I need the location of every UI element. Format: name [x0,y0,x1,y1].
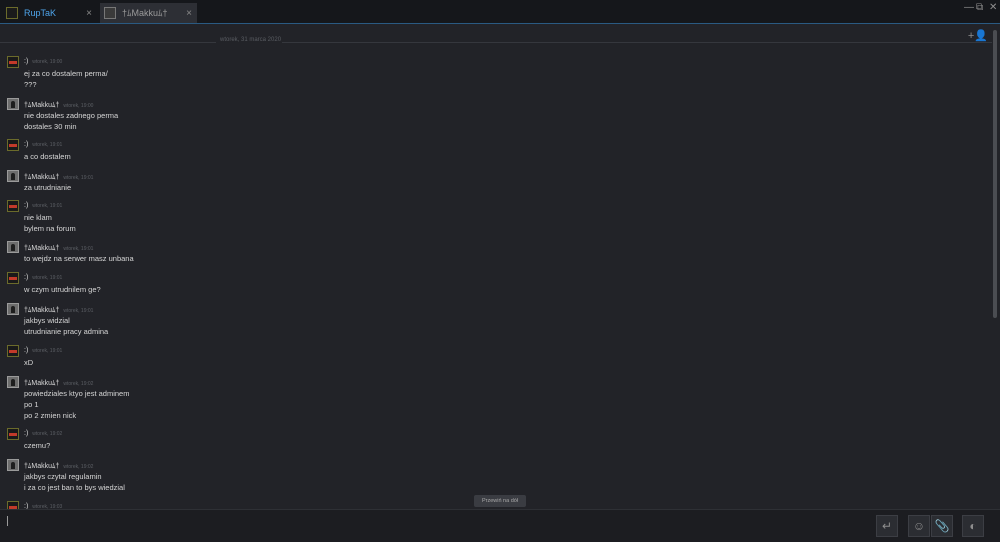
message-text: utrudnianie pracy admina [24,327,109,336]
avatar[interactable] [7,139,19,151]
message-time: wtorek, 19:01 [32,203,63,209]
message-text: ej za co dostalem perma/ [24,69,108,78]
close-window-icon[interactable]: ✕ [989,2,997,13]
close-icon[interactable]: × [86,3,92,24]
avatar[interactable] [7,170,19,182]
author-name[interactable]: :) [24,58,28,65]
message-time: wtorek, 19:01 [32,275,63,281]
message-text: czemu? [24,441,51,450]
avatar[interactable] [7,303,19,315]
message-author[interactable]: :) wtorek, 19:02 [24,430,62,437]
message-author[interactable]: †ﾑMakkuﾑ† wtorek, 19:01 [24,243,93,253]
message-time: wtorek, 19:00 [63,103,94,109]
avatar[interactable] [7,200,19,212]
tab-ruptak[interactable]: RupTaK × [2,3,97,24]
author-name[interactable]: †ﾑMakkuﾑ† [24,102,59,109]
author-name[interactable]: :) [24,141,28,148]
message-time: wtorek, 19:01 [63,246,94,252]
message-author[interactable]: :) wtorek, 19:00 [24,58,62,65]
input-bar: ↵ ☺ 📎 ◐ [0,509,1000,542]
message-time: wtorek, 19:00 [32,59,63,65]
message-text: jakbys czytal regulamin [24,472,102,481]
message-time: wtorek, 19:01 [32,142,63,148]
author-name[interactable]: †ﾑMakkuﾑ† [24,463,59,470]
author-name[interactable]: :) [24,202,28,209]
message-text: po 1 [24,400,39,409]
author-name[interactable]: †ﾑMakkuﾑ† [24,380,59,387]
message-text: to wejdz na serwer masz unbana [24,254,134,263]
author-name[interactable]: :) [24,430,28,437]
voice-icon[interactable]: ◐ [962,515,984,537]
jump-to-bottom-button[interactable]: Przewiń na dół [474,495,526,507]
message-text: za utrudnianie [24,183,72,192]
message-author[interactable]: :) wtorek, 19:01 [24,347,62,354]
message-text: ??? [24,80,37,89]
message-text: bylem na forum [24,224,76,233]
message-time: wtorek, 19:01 [63,175,94,181]
message-text: jakbys widzial [24,316,70,325]
avatar[interactable] [7,56,19,68]
message-text: powiedziales ktyo jest adminem [24,389,130,398]
tab-avatar [6,7,18,19]
message-time: wtorek, 19:02 [32,431,63,437]
message-text: dostales 30 min [24,122,77,131]
avatar[interactable] [7,345,19,357]
attach-icon[interactable]: 📎 [931,515,953,537]
tab-label: RupTaK [24,8,57,18]
message-author[interactable]: :) wtorek, 19:01 [24,274,62,281]
message-author[interactable]: †ﾑMakkuﾑ† wtorek, 19:01 [24,305,93,315]
message-input[interactable] [6,514,866,536]
tab-avatar [104,7,116,19]
send-button[interactable]: ↵ [876,515,898,537]
avatar[interactable] [7,98,19,110]
avatar[interactable] [7,376,19,388]
close-icon[interactable]: × [186,3,192,24]
minimize-icon[interactable]: — [964,2,974,13]
avatar[interactable] [7,272,19,284]
add-user-icon[interactable]: +👤 [968,29,988,42]
emoji-icon[interactable]: ☺ [908,515,930,537]
author-name[interactable]: †ﾑMakkuﾑ† [24,307,59,314]
restore-icon[interactable]: ⧉ [976,2,983,13]
author-name[interactable]: †ﾑMakkuﾑ† [24,245,59,252]
message-time: wtorek, 19:01 [32,348,63,354]
message-author[interactable]: †ﾑMakkuﾑ† wtorek, 19:00 [24,100,93,110]
scrollbar[interactable] [993,30,997,318]
author-name[interactable]: :) [24,347,28,354]
message-time: wtorek, 19:02 [63,464,94,470]
message-text: i za co jest ban to bys wiedzial [24,483,125,492]
message-time: wtorek, 19:02 [63,381,94,387]
message-author[interactable]: †ﾑMakkuﾑ† wtorek, 19:01 [24,172,93,182]
avatar[interactable] [7,459,19,471]
message-author[interactable]: :) wtorek, 19:01 [24,141,62,148]
message-text: w czym utrudnilem ge? [24,285,101,294]
message-text: po 2 zmien nick [24,411,77,420]
message-text: a co dostalem [24,152,71,161]
message-time: wtorek, 19:01 [63,308,94,314]
date-separator: wtorek, 31 marca 2020 [0,37,1000,47]
message-text: xD [24,358,34,367]
author-name[interactable]: :) [24,274,28,281]
tab-label: †ﾑMakkuﾑ† [122,8,168,18]
message-author[interactable]: †ﾑMakkuﾑ† wtorek, 19:02 [24,378,93,388]
message-author[interactable]: †ﾑMakkuﾑ† wtorek, 19:02 [24,461,93,471]
tab-bar: RupTaK × †ﾑMakkuﾑ† × — ⧉ ✕ [0,0,1000,24]
message-text: nie klam [24,213,52,222]
message-author[interactable]: :) wtorek, 19:01 [24,202,62,209]
avatar[interactable] [7,241,19,253]
tab-makku[interactable]: †ﾑMakkuﾑ† × [100,3,197,24]
date-separator-label: wtorek, 31 marca 2020 [220,37,282,43]
avatar[interactable] [7,428,19,440]
text-caret [7,516,8,526]
message-text: nie dostales zadnego perma [24,111,119,120]
author-name[interactable]: †ﾑMakkuﾑ† [24,174,59,181]
